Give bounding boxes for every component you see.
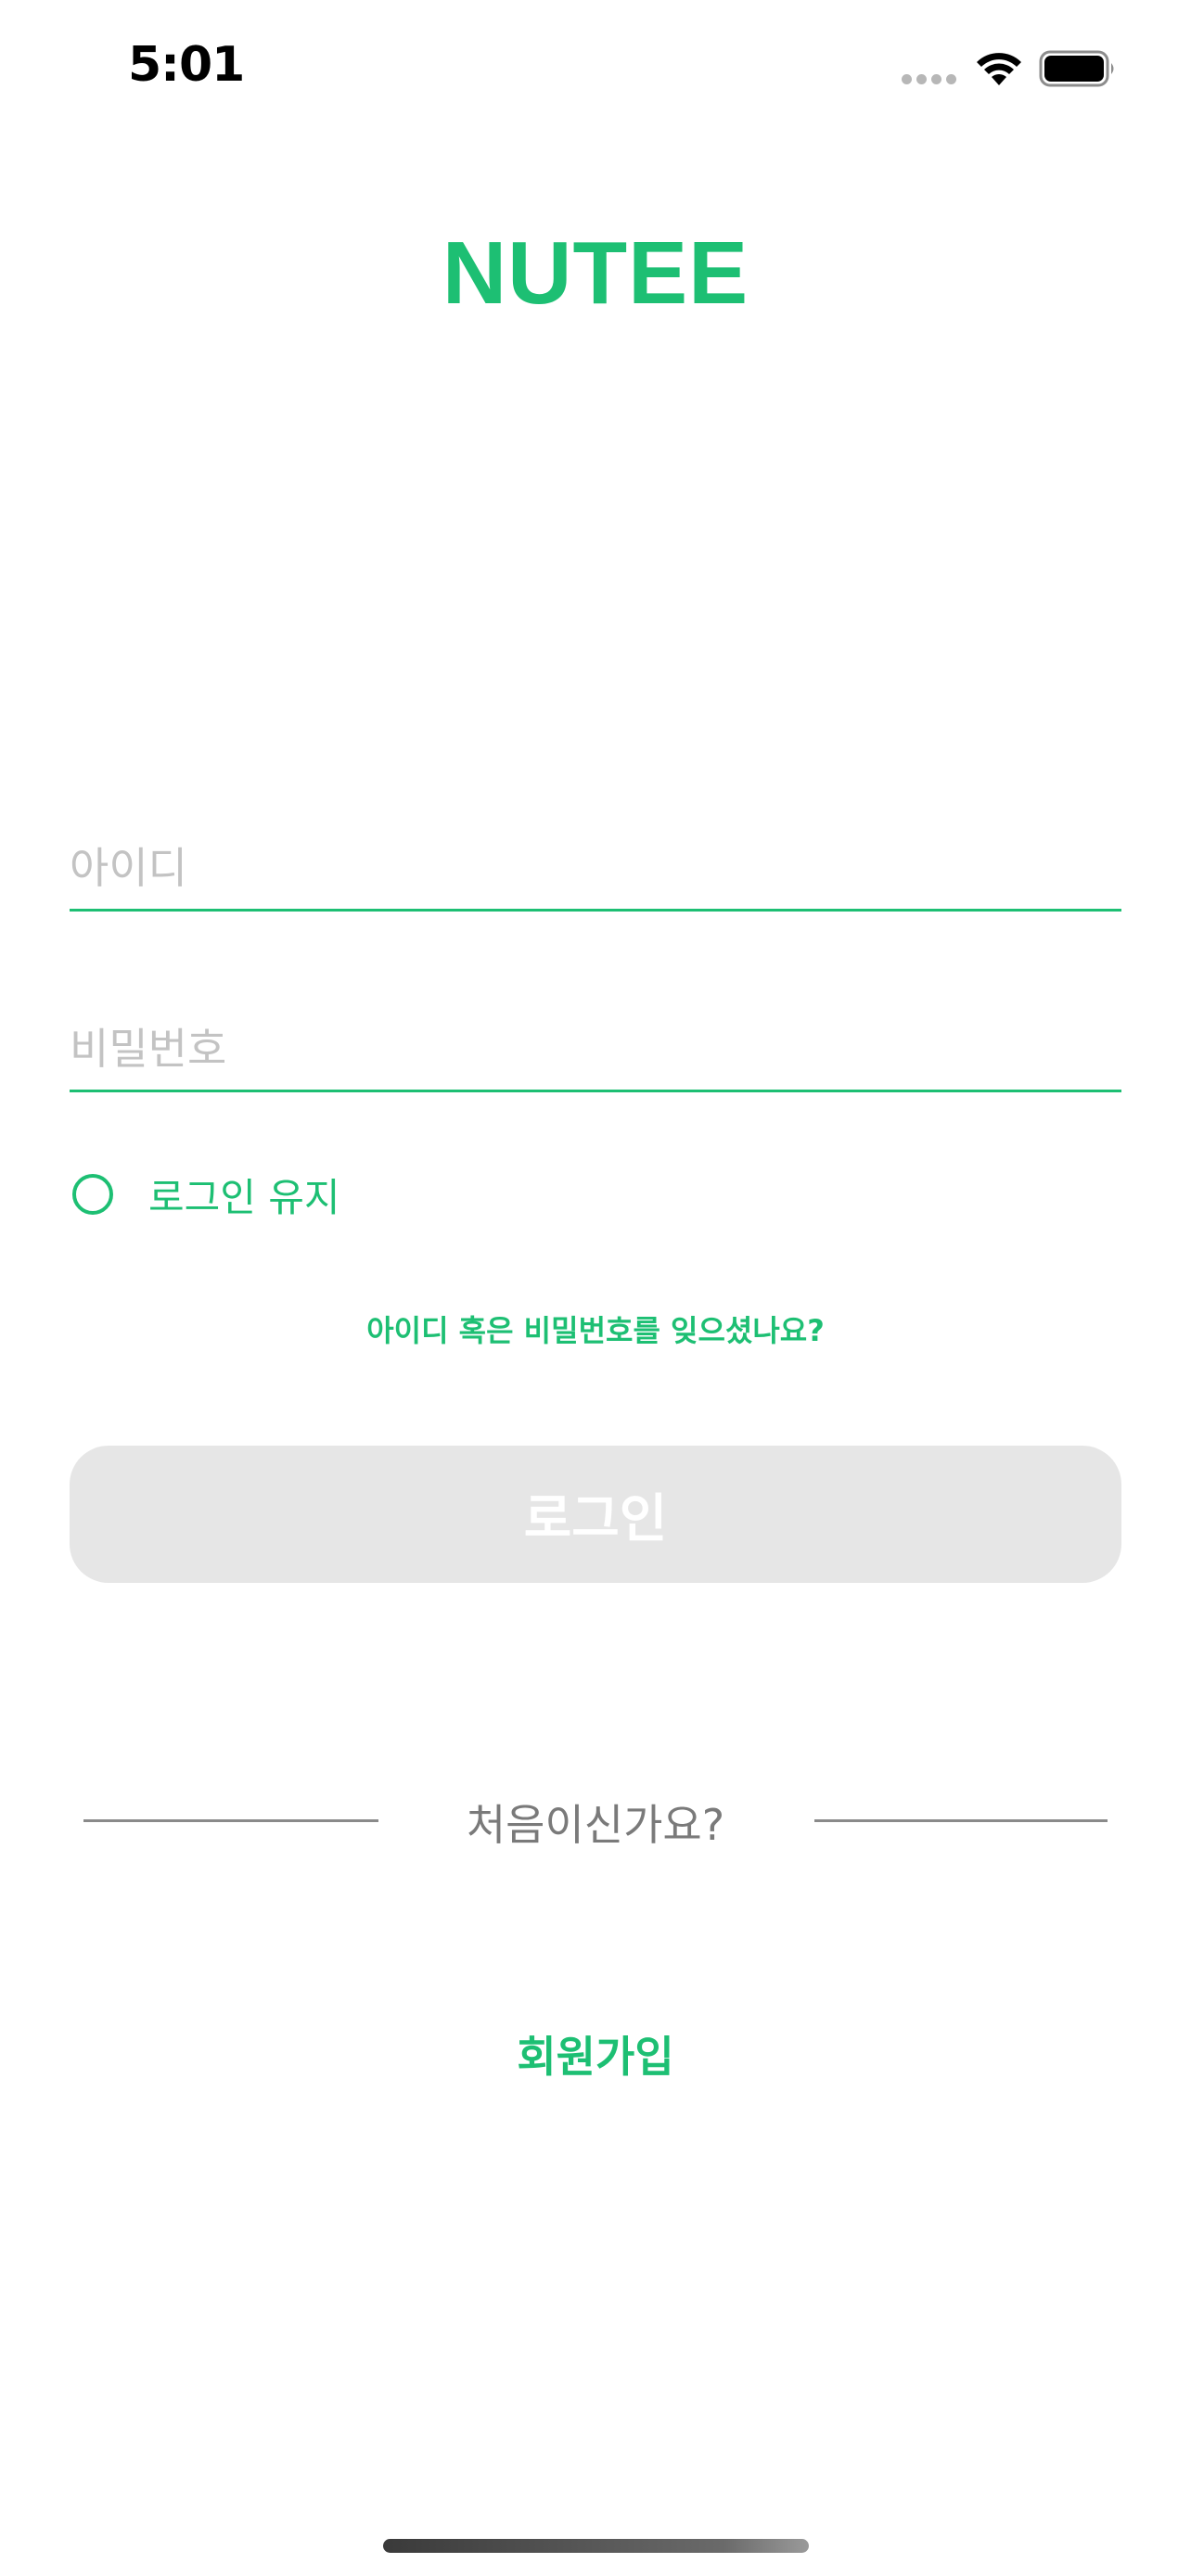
cellular-signal-icon [902,74,957,85]
password-input[interactable] [70,1015,1121,1082]
login-button[interactable]: 로그인 [70,1446,1121,1583]
status-time: 5:01 [128,37,245,93]
radio-circle-icon[interactable] [72,1174,113,1215]
app-logo: NUTEE [442,223,749,323]
login-screen: 5:01 NUTEE 로그인 유지 아이디 혹은 비밀번호를 잊으셨나요? 로그… [0,0,1191,2576]
password-field-container [70,1015,1121,1092]
id-input[interactable] [70,835,1121,901]
forgot-credentials-link[interactable]: 아이디 혹은 비밀번호를 잊으셨나요? [0,1307,1191,1350]
battery-icon [1039,50,1114,87]
home-indicator[interactable] [383,2539,809,2553]
first-time-prompt: 처음이신가요? [466,1800,725,1850]
keep-login-label: 로그인 유지 [148,1174,340,1220]
signup-link[interactable]: 회원가입 [0,2023,1191,2085]
wifi-icon [977,53,1021,85]
divider-right [814,1819,1108,1822]
id-field-container [70,835,1121,912]
keep-login-toggle[interactable]: 로그인 유지 [72,1170,340,1220]
